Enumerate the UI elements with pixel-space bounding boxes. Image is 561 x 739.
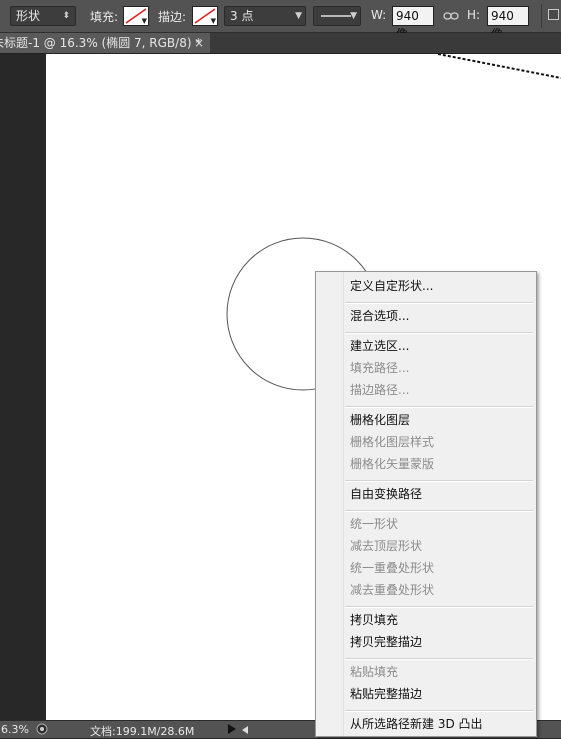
width-input[interactable]: 940 像 bbox=[392, 6, 434, 41]
stroke-width-value: 3 点 bbox=[230, 9, 254, 23]
menu-item-subtract-front-shape: 减去顶层形状 bbox=[350, 539, 423, 553]
dropdown-arrow-icon: ▼ bbox=[141, 17, 147, 25]
link-icon[interactable] bbox=[443, 10, 459, 22]
stroke-width-select[interactable]: 3 点 ▼ bbox=[224, 6, 306, 26]
menu-separator bbox=[345, 406, 533, 408]
menu-separator bbox=[345, 606, 533, 608]
menu-separator bbox=[345, 302, 533, 304]
play-arrow-icon[interactable] bbox=[228, 724, 236, 734]
menu-item-rasterize-vector-mask: 栅格化矢量蒙版 bbox=[350, 457, 435, 471]
menu-item-make-selection[interactable]: 建立选区... bbox=[350, 336, 409, 356]
document-info-icon[interactable] bbox=[36, 723, 48, 735]
menu-item-unite-shapes: 统一形状 bbox=[350, 517, 399, 531]
close-icon[interactable]: × bbox=[194, 33, 204, 53]
menu-item-stroke-path: 描边路径... bbox=[350, 383, 410, 397]
fill-swatch[interactable]: ▼ bbox=[123, 6, 149, 26]
chevron-updown-icon: ⬍ bbox=[62, 11, 70, 21]
menu-item-define-custom-shape[interactable]: 定义自定形状... bbox=[350, 276, 433, 296]
menu-separator bbox=[345, 658, 533, 660]
document-tab[interactable]: 未标题-1 @ 16.3% (椭圆 7, RGB/8) * × bbox=[0, 33, 210, 53]
menu-separator bbox=[345, 332, 533, 334]
zoom-level[interactable]: 16.3% bbox=[0, 723, 29, 736]
menu-item-intersect-shapes: 统一重叠处形状 bbox=[350, 561, 435, 575]
menu-item-blending-options[interactable]: 混合选项... bbox=[350, 306, 409, 326]
menu-item-rasterize-layer-style: 栅格化图层样式 bbox=[350, 435, 435, 449]
options-bar: 形状 ⬍ 填充: ▼ 描边: ▼ 3 点 ▼ ▼ W: 940 像 H: 940… bbox=[0, 0, 561, 41]
stroke-swatch[interactable]: ▼ bbox=[192, 6, 218, 26]
divider bbox=[541, 4, 542, 28]
document-tab-title: 未标题-1 @ 16.3% (椭圆 7, RGB/8) * bbox=[0, 36, 202, 50]
context-menu: 定义自定形状... 混合选项... 建立选区... 填充路径... 描边路径..… bbox=[315, 271, 537, 737]
tool-mode-value: 形状 bbox=[16, 9, 41, 23]
menu-item-paste-complete-stroke[interactable]: 粘贴完整描边 bbox=[350, 684, 422, 704]
menu-item-copy-complete-stroke[interactable]: 拷贝完整描边 bbox=[350, 632, 422, 652]
document-tab-bar: 未标题-1 @ 16.3% (椭圆 7, RGB/8) * × bbox=[0, 33, 561, 54]
width-label: W: bbox=[371, 8, 387, 22]
menu-item-new-3d-extrusion[interactable]: 从所选路径新建 3D 凸出 bbox=[350, 714, 483, 734]
scroll-left-icon[interactable] bbox=[242, 726, 248, 734]
chevron-down-icon: ▼ bbox=[295, 11, 302, 21]
fill-label: 填充: bbox=[90, 10, 119, 24]
menu-item-rasterize-layer[interactable]: 栅格化图层 bbox=[350, 410, 410, 430]
height-input[interactable]: 940 像 bbox=[487, 6, 529, 41]
align-edges-checkbox[interactable] bbox=[548, 9, 559, 20]
menu-separator bbox=[345, 510, 533, 512]
menu-separator bbox=[345, 480, 533, 482]
menu-icon-gutter bbox=[316, 272, 344, 736]
stroke-label: 描边: bbox=[158, 10, 187, 24]
menu-item-free-transform-path[interactable]: 自由变换路径 bbox=[350, 484, 422, 504]
chevron-down-icon: ▼ bbox=[350, 11, 357, 21]
height-label: H: bbox=[467, 8, 481, 22]
menu-item-fill-path: 填充路径... bbox=[350, 361, 410, 375]
dropdown-arrow-icon: ▼ bbox=[210, 17, 216, 25]
stroke-type-select[interactable]: ▼ bbox=[313, 6, 361, 26]
menu-separator bbox=[345, 710, 533, 712]
tool-mode-select[interactable]: 形状 ⬍ bbox=[10, 6, 76, 26]
path-outline-dashed bbox=[437, 54, 561, 79]
menu-item-paste-fill: 粘贴填充 bbox=[350, 665, 399, 679]
menu-item-copy-fill[interactable]: 拷贝填充 bbox=[350, 610, 398, 630]
menu-item-exclude-overlapping: 减去重叠处形状 bbox=[350, 583, 435, 597]
